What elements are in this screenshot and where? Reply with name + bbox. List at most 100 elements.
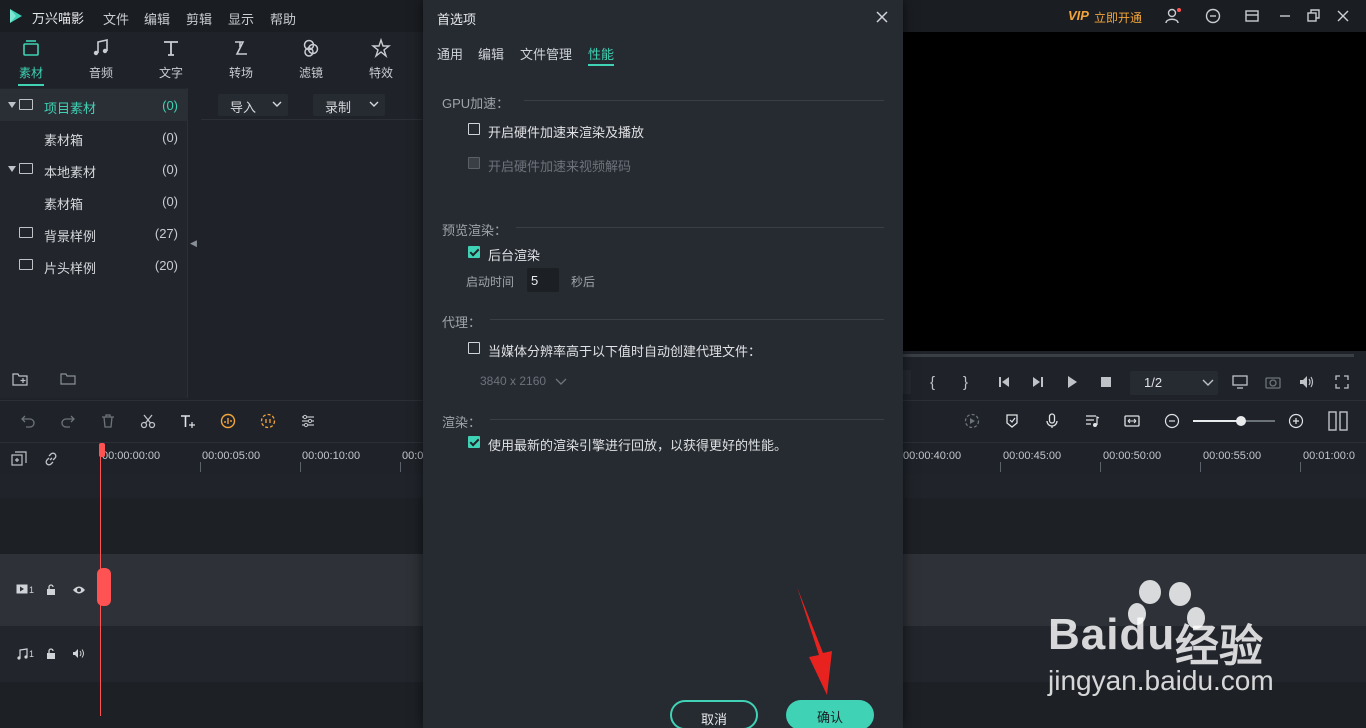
folder-icon[interactable] (60, 372, 76, 385)
playhead-scissors-marker[interactable] (97, 568, 111, 606)
hw-render-checkbox[interactable] (468, 123, 480, 135)
audio-track-number: 1 (29, 649, 35, 659)
tree-item-project-media[interactable]: 项目素材 (0) (0, 89, 188, 121)
restore-icon[interactable] (1304, 7, 1322, 25)
hw-render-label[interactable]: 开启硬件加速来渲染及播放 (488, 122, 644, 141)
tab-effects[interactable]: 特效 (351, 32, 411, 88)
new-folder-icon[interactable] (12, 372, 30, 386)
watermark-bai: Bai (1048, 610, 1120, 659)
preview-quality-select[interactable]: 1/2 (1130, 371, 1218, 395)
vip-badge[interactable]: VIP (1068, 8, 1089, 23)
tab-audio[interactable]: 音频 (71, 32, 131, 88)
collapse-panel-icon[interactable]: ◀ (190, 238, 197, 249)
tab-text[interactable]: 文字 (141, 32, 201, 88)
menu-edit[interactable]: 编辑 (144, 9, 170, 28)
music-note-icon (91, 38, 111, 58)
close-window-icon[interactable] (1334, 7, 1352, 25)
tree-item-background-samples[interactable]: 背景样例 (27) (0, 217, 188, 249)
eye-icon[interactable] (72, 585, 86, 597)
stop-icon[interactable] (1099, 375, 1113, 389)
add-track-icon[interactable] (11, 451, 27, 467)
feedback-icon[interactable] (1204, 7, 1222, 25)
snapshot-icon[interactable] (1265, 374, 1281, 390)
render-preview-icon[interactable] (964, 413, 980, 429)
audio-sync-icon[interactable] (220, 413, 236, 429)
tab-performance[interactable]: 性能 (588, 44, 614, 63)
audio-mixer-icon[interactable] (1084, 413, 1100, 429)
ruler-tick (400, 462, 401, 472)
tree-item-bin[interactable]: 素材箱 (0) (0, 121, 188, 153)
menu-file[interactable]: 文件 (103, 9, 129, 28)
render-delay-input[interactable]: 5 (527, 268, 559, 292)
tab-media[interactable]: 素材 (1, 32, 61, 88)
background-render-label[interactable]: 后台渲染 (488, 245, 540, 264)
play-icon[interactable] (1065, 375, 1079, 389)
volume-icon[interactable] (1299, 374, 1315, 390)
tab-media-label: 素材 (18, 66, 43, 80)
tree-item-local-media[interactable]: 本地素材 (0) (0, 153, 188, 185)
add-text-icon[interactable] (180, 413, 196, 429)
tab-transition[interactable]: 转场 (211, 32, 271, 88)
delete-icon[interactable] (100, 413, 116, 429)
tab-general[interactable]: 通用 (437, 44, 463, 63)
hw-decode-label: 开启硬件加速来视频解码 (488, 159, 632, 174)
preview-scrubber[interactable] (903, 354, 1354, 357)
active-tab-indicator (588, 64, 614, 66)
zoom-slider-handle[interactable] (1236, 416, 1246, 426)
latest-engine-checkbox[interactable] (468, 436, 480, 448)
caret-down-icon[interactable] (8, 102, 16, 108)
import-label: 导入 (230, 100, 257, 115)
redo-icon[interactable] (60, 413, 76, 429)
speaker-icon[interactable] (72, 648, 86, 660)
import-dropdown[interactable]: 导入 (218, 94, 288, 116)
next-frame-icon[interactable] (1031, 375, 1045, 389)
menu-view[interactable]: 显示 (228, 9, 254, 28)
monitor-icon[interactable] (1232, 374, 1248, 390)
tree-item-label: 背景样例 (44, 229, 97, 244)
latest-engine-label[interactable]: 使用最新的渲染引擎进行回放，以获得更好的性能。 (488, 435, 787, 454)
prev-frame-icon[interactable] (997, 375, 1011, 389)
cancel-button[interactable]: 取消 (670, 700, 758, 728)
fit-timeline-icon[interactable] (1124, 413, 1140, 429)
speed-icon[interactable] (260, 413, 276, 429)
tab-file-management[interactable]: 文件管理 (520, 44, 572, 63)
account-icon[interactable] (1164, 7, 1182, 25)
mark-in-button[interactable]: { (930, 374, 935, 391)
scissors-icon[interactable] (140, 413, 156, 429)
chevron-down-icon (555, 378, 567, 386)
close-icon[interactable] (875, 10, 889, 24)
auto-proxy-checkbox[interactable] (468, 342, 480, 354)
minimize-icon[interactable] (1276, 7, 1294, 25)
menu-help[interactable]: 帮助 (270, 9, 296, 28)
lock-icon[interactable] (46, 584, 60, 596)
link-icon[interactable] (43, 451, 59, 467)
preview-player[interactable] (903, 32, 1366, 351)
caret-down-icon[interactable] (8, 166, 16, 172)
playhead-handle[interactable] (99, 443, 105, 457)
adjust-icon[interactable] (300, 413, 316, 429)
marker-icon[interactable] (1004, 413, 1020, 429)
tree-item-intro-samples[interactable]: 片头样例 (20) (0, 249, 188, 281)
microphone-icon[interactable] (1044, 413, 1060, 429)
undo-icon[interactable] (20, 413, 36, 429)
section-title-render: 渲染： (442, 415, 482, 430)
mark-out-button[interactable]: } (963, 374, 968, 391)
zoom-out-icon[interactable] (1164, 413, 1180, 429)
lock-icon[interactable] (46, 648, 60, 660)
zoom-in-icon[interactable] (1288, 413, 1304, 429)
background-render-checkbox[interactable] (468, 246, 480, 258)
fullscreen-icon[interactable] (1334, 374, 1350, 390)
tab-edit[interactable]: 编辑 (478, 44, 504, 63)
tab-filter[interactable]: 滤镜 (281, 32, 341, 88)
record-dropdown[interactable]: 录制 (313, 94, 385, 116)
menu-clip[interactable]: 剪辑 (186, 9, 212, 28)
confirm-button[interactable]: 确认 (786, 700, 874, 728)
pause-layout-icon[interactable] (1328, 411, 1348, 431)
tree-item-bin[interactable]: 素材箱 (0) (0, 185, 188, 217)
store-icon[interactable] (1243, 7, 1261, 25)
media-tree-panel: 项目素材 (0) 素材箱 (0) 本地素材 (0) 素材箱 (0) 背景样例 (… (0, 88, 188, 398)
vip-open-link[interactable]: 立即开通 (1094, 9, 1142, 26)
timecode-field[interactable] (903, 370, 911, 394)
auto-proxy-label[interactable]: 当媒体分辨率高于以下值时自动创建代理文件： (488, 341, 761, 360)
music-track-icon (16, 648, 30, 660)
